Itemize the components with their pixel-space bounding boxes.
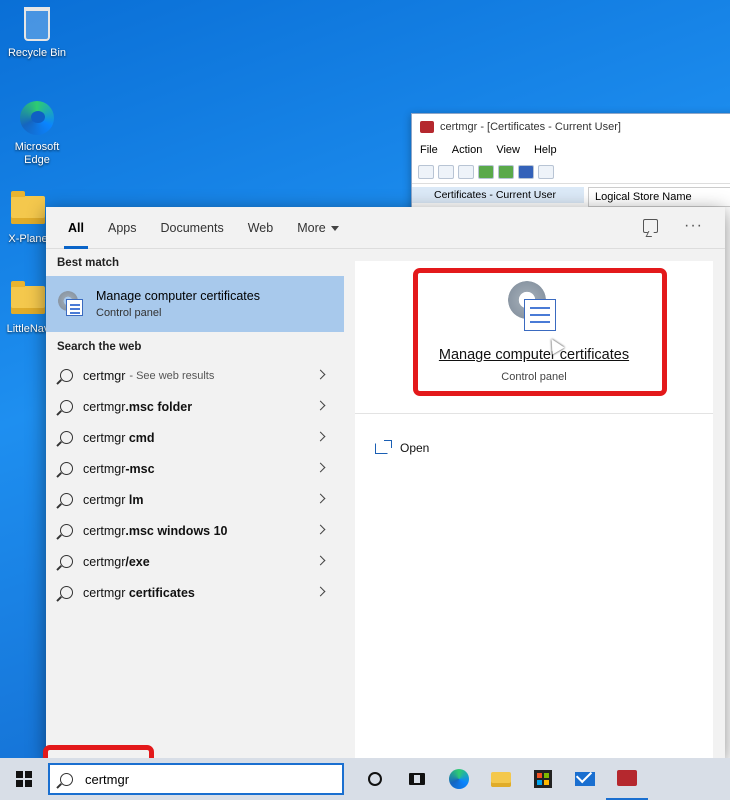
open-icon — [375, 439, 392, 454]
edge-icon — [20, 101, 54, 135]
search-icon — [60, 493, 73, 506]
menu-bar: File Action View Help — [412, 140, 730, 160]
certmgr-app-icon — [617, 770, 637, 786]
task-view-icon — [409, 773, 425, 785]
feedback-icon[interactable] — [643, 219, 659, 233]
search-web-heading: Search the web — [57, 341, 142, 353]
desktop-icon-label: Microsoft Edge — [14, 141, 60, 166]
column-header-logical-store-name[interactable]: Logical Store Name — [588, 187, 730, 207]
best-match-heading: Best match — [57, 257, 119, 269]
chevron-right-icon[interactable] — [315, 462, 326, 473]
taskbar-file-explorer[interactable] — [480, 758, 522, 800]
results-list: Best match Manage computer certificates … — [46, 250, 344, 760]
taskbar-edge[interactable] — [438, 758, 480, 800]
desktop-icon-label: Recycle Bin — [7, 47, 67, 59]
search-icon — [60, 369, 73, 382]
menu-view[interactable]: View — [496, 144, 520, 156]
chevron-right-icon[interactable] — [315, 369, 326, 380]
tab-web[interactable]: Web — [236, 207, 285, 249]
taskbar-store[interactable] — [522, 758, 564, 800]
taskbar-search-box[interactable] — [48, 763, 344, 795]
taskbar — [0, 758, 730, 800]
folder-icon — [11, 281, 45, 314]
search-icon — [60, 400, 73, 413]
menu-file[interactable]: File — [420, 144, 438, 156]
store-icon — [534, 770, 552, 788]
web-result-item[interactable]: certmgr lm — [46, 484, 344, 515]
chevron-down-icon — [330, 225, 339, 231]
forward-arrow-icon[interactable] — [438, 164, 454, 179]
tab-apps[interactable]: Apps — [96, 207, 149, 249]
certificate-manager-icon — [508, 281, 560, 333]
file-explorer-icon — [491, 771, 511, 787]
cortana-icon — [368, 772, 382, 786]
cortana-button[interactable] — [354, 758, 396, 800]
search-icon — [60, 462, 73, 475]
web-result-item[interactable]: certmgr .msc windows 10 — [46, 515, 344, 546]
open-action[interactable]: Open — [355, 424, 713, 472]
export-list-icon[interactable] — [498, 164, 514, 179]
web-result-item[interactable]: certmgr cmd — [46, 422, 344, 453]
edge-icon — [449, 769, 469, 789]
web-result-item[interactable]: certmgr - See web results — [46, 360, 344, 391]
start-search-panel: All Apps Documents Web More ··· Best mat… — [46, 207, 725, 760]
search-filter-tabs: All Apps Documents Web More ··· — [46, 207, 725, 249]
web-result-item[interactable]: certmgr -msc — [46, 453, 344, 484]
search-icon — [60, 524, 73, 537]
certmgr-app-icon — [420, 121, 434, 133]
open-action-label: Open — [400, 441, 430, 455]
edge-desktop-icon[interactable]: Microsoft Edge — [1, 98, 73, 167]
start-button[interactable] — [0, 758, 48, 800]
search-icon — [60, 555, 73, 568]
web-result-item[interactable]: certmgr certificates — [46, 577, 344, 608]
preview-subtitle: Control panel — [501, 371, 567, 383]
chevron-right-icon[interactable] — [315, 524, 326, 535]
recycle-bin-icon — [24, 7, 50, 41]
recycle-bin-desktop-icon[interactable]: Recycle Bin — [1, 4, 73, 59]
web-result-item[interactable]: certmgr/exe — [46, 546, 344, 577]
search-icon — [60, 586, 73, 599]
preview-title[interactable]: Manage computer certificates — [439, 347, 629, 363]
tab-documents[interactable]: Documents — [148, 207, 235, 249]
folder-icon — [11, 191, 45, 224]
taskbar-mail[interactable] — [564, 758, 606, 800]
preview-pane: Manage computer certificates Control pan… — [355, 261, 713, 760]
preview-card[interactable]: Manage computer certificates Control pan… — [355, 261, 713, 414]
best-match-subtitle: Control panel — [96, 307, 162, 319]
window-title: certmgr - [Certificates - Current User] — [440, 121, 621, 133]
certificate-manager-icon — [58, 291, 84, 317]
best-match-title: Manage computer certificates — [96, 289, 260, 303]
show-hide-tree-icon[interactable] — [458, 164, 474, 179]
web-result-item[interactable]: certmgr .msc folder — [46, 391, 344, 422]
tab-all[interactable]: All — [56, 207, 96, 249]
menu-action[interactable]: Action — [452, 144, 483, 156]
search-input[interactable] — [85, 771, 285, 787]
search-icon — [60, 431, 73, 444]
more-options-icon[interactable]: ··· — [684, 218, 703, 234]
search-icon — [60, 772, 73, 786]
window-titlebar[interactable]: certmgr - [Certificates - Current User] — [412, 114, 730, 140]
chevron-right-icon[interactable] — [315, 400, 326, 411]
help-icon[interactable] — [518, 164, 534, 179]
tab-more[interactable]: More — [285, 207, 350, 249]
chevron-right-icon[interactable] — [315, 555, 326, 566]
chevron-right-icon[interactable] — [315, 431, 326, 442]
properties-icon[interactable] — [538, 164, 554, 179]
chevron-right-icon[interactable] — [315, 493, 326, 504]
chevron-right-icon[interactable] — [315, 586, 326, 597]
back-arrow-icon[interactable] — [418, 164, 434, 179]
toolbar — [412, 160, 730, 184]
taskbar-certmgr[interactable] — [606, 758, 648, 800]
tree-item-certificates-current-user[interactable]: Certificates - Current User — [412, 187, 584, 203]
refresh-icon[interactable] — [478, 164, 494, 179]
mail-icon — [575, 772, 595, 786]
best-match-result[interactable]: Manage computer certificates Control pan… — [46, 276, 344, 332]
windows-logo-icon — [16, 771, 32, 787]
task-view-button[interactable] — [396, 758, 438, 800]
menu-help[interactable]: Help — [534, 144, 557, 156]
